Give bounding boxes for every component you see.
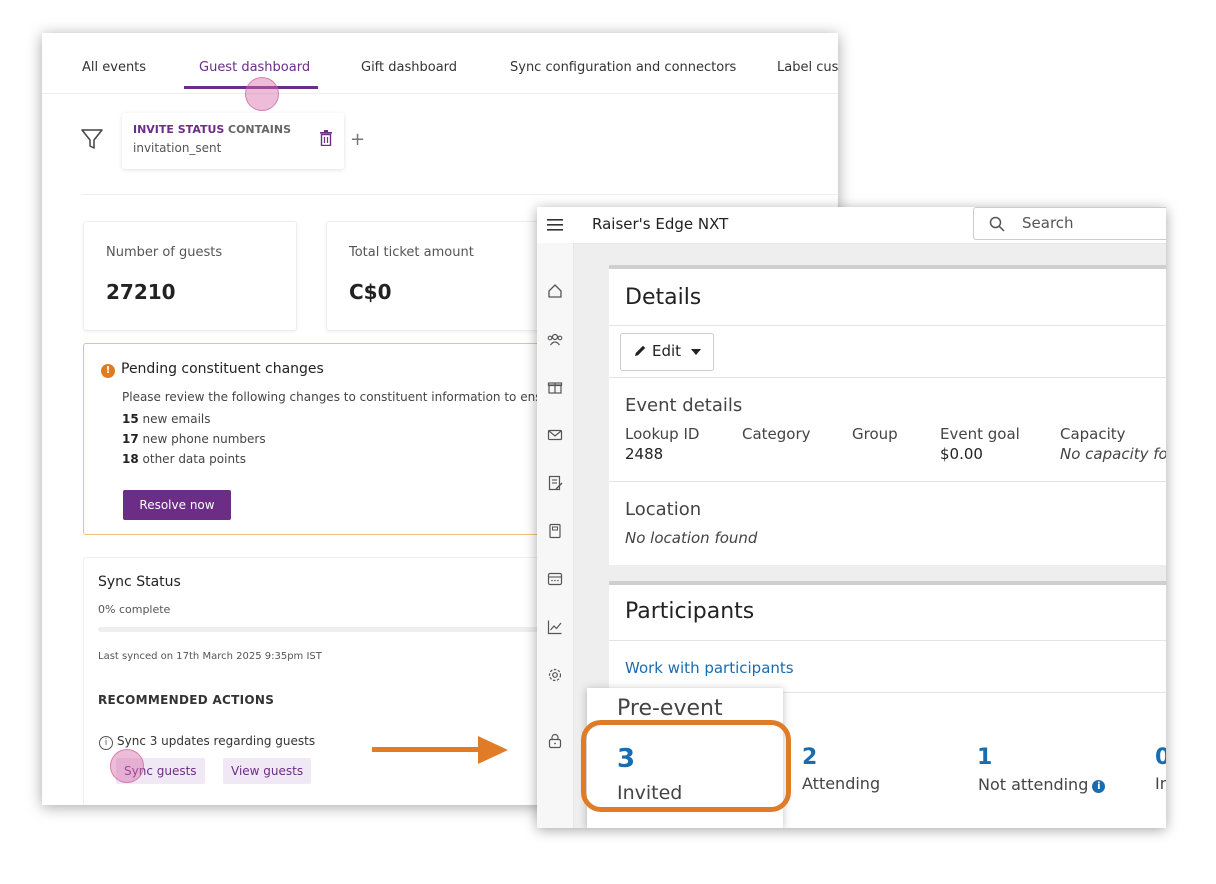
arrow-shaft	[372, 747, 490, 752]
location-heading: Location	[625, 499, 702, 520]
divider	[609, 640, 1166, 641]
gift-icon[interactable]	[547, 379, 563, 395]
tab-sync-configuration[interactable]: Sync configuration and connectors	[510, 60, 736, 75]
tab-guest-dashboard[interactable]: Guest dashboard	[199, 60, 310, 75]
caret-down-icon	[691, 349, 701, 355]
not-attending-label: Not attending i	[978, 775, 1106, 794]
divider	[609, 325, 1166, 326]
mail-icon[interactable]	[547, 427, 563, 443]
attending-label: Attending	[802, 774, 881, 793]
info-icon[interactable]: i	[1092, 780, 1106, 793]
pencil-icon	[635, 345, 646, 356]
pending-text: Please review the following changes to c…	[122, 390, 542, 404]
divider	[609, 377, 1166, 378]
tap-indicator	[245, 77, 279, 111]
lookup-id-label: Lookup ID	[625, 425, 700, 443]
tab-bar: All events Guest dashboard Gift dashboar…	[42, 47, 838, 94]
pending-changes-card: ! Pending constituent changes Please rev…	[83, 343, 605, 535]
add-filter-button[interactable]: +	[350, 129, 365, 150]
calendar-icon[interactable]	[547, 571, 563, 587]
event-goal-value: $0.00	[940, 445, 983, 463]
tab-all-events[interactable]: All events	[82, 60, 146, 75]
not-attending-count[interactable]: 1	[977, 745, 992, 770]
category-label: Category	[742, 425, 811, 443]
edit-label: Edit	[652, 342, 682, 360]
location-value: No location found	[625, 529, 758, 547]
highlight-box	[581, 720, 791, 812]
details-panel: Details Edit Event details Lookup ID 248…	[609, 265, 1166, 565]
app-title: Raiser's Edge NXT	[592, 215, 729, 233]
sync-progress-bar	[98, 627, 578, 632]
analytics-icon[interactable]	[547, 619, 563, 635]
other-count[interactable]: 0	[1155, 745, 1166, 770]
last-synced: Last synced on 17th March 2025 9:35pm IS…	[98, 651, 322, 662]
top-bar: Raiser's Edge NXT Search	[537, 207, 1166, 244]
constituents-icon[interactable]	[547, 331, 563, 347]
warning-icon: !	[101, 364, 115, 378]
trash-icon[interactable]	[319, 130, 333, 146]
home-icon[interactable]	[547, 283, 563, 299]
lock-icon[interactable]	[547, 733, 563, 749]
pending-count: 17	[122, 432, 139, 446]
stat-label: Total ticket amount	[349, 245, 474, 260]
book-icon[interactable]	[547, 523, 563, 539]
hamburger-menu-icon[interactable]	[547, 219, 563, 231]
pending-item: 15 new emails	[122, 412, 211, 426]
divider	[82, 194, 838, 195]
filter-icon[interactable]	[80, 127, 104, 151]
pending-item: 17 new phone numbers	[122, 432, 266, 446]
stat-value: C$0	[349, 280, 392, 304]
attending-count[interactable]: 2	[802, 745, 817, 770]
sync-status-card: Sync Status 0% complete Last synced on 1…	[83, 557, 605, 805]
event-details-heading: Event details	[625, 395, 743, 416]
details-title: Details	[625, 285, 702, 310]
divider	[609, 481, 1166, 482]
view-guests-button[interactable]: View guests	[223, 758, 312, 784]
filter-operator: CONTAINS	[228, 123, 292, 136]
pending-count: 15	[122, 412, 139, 426]
group-label: Group	[852, 425, 898, 443]
pending-count: 18	[122, 452, 139, 466]
participants-title: Participants	[625, 599, 755, 624]
recommended-actions-heading: RECOMMENDED ACTIONS	[98, 693, 275, 707]
sync-percent: 0% complete	[98, 603, 171, 616]
search-input[interactable]: Search	[973, 207, 1166, 240]
tab-gift-dashboard[interactable]: Gift dashboard	[361, 60, 457, 75]
pending-item-label: new phone numbers	[142, 432, 266, 446]
pending-item-label: other data points	[142, 452, 247, 466]
arrow-head	[478, 736, 508, 764]
other-label: In	[1155, 774, 1166, 793]
search-icon	[989, 216, 1005, 232]
notes-icon[interactable]	[547, 475, 563, 491]
edit-button[interactable]: Edit	[620, 333, 714, 371]
filter-field: INVITE STATUS	[133, 123, 225, 136]
filter-chip[interactable]: INVITE STATUS CONTAINS invitation_sent	[122, 113, 344, 169]
pending-item-label: new emails	[142, 412, 211, 426]
lookup-id-value: 2488	[625, 445, 664, 463]
pending-item: 18 other data points	[122, 452, 246, 466]
info-icon: i	[99, 736, 113, 750]
stat-value: 27210	[106, 280, 176, 304]
work-with-participants-link[interactable]: Work with participants	[625, 659, 794, 677]
resolve-now-button[interactable]: Resolve now	[123, 490, 231, 520]
capacity-label: Capacity	[1060, 425, 1126, 443]
filter-value: invitation_sent	[133, 141, 222, 155]
pending-title: Pending constituent changes	[121, 361, 324, 377]
settings-icon[interactable]	[547, 667, 563, 683]
side-nav	[537, 243, 574, 828]
pre-event-heading: Pre-event	[617, 696, 723, 721]
tab-label-customization[interactable]: Label cust	[777, 60, 838, 75]
capacity-value: No capacity fou	[1060, 445, 1166, 463]
event-goal-label: Event goal	[940, 425, 1020, 443]
stat-card-guests: Number of guests 27210	[83, 221, 297, 331]
not-attending-text: Not attending	[978, 775, 1089, 794]
sync-title: Sync Status	[98, 574, 181, 590]
sync-update-text: Sync 3 updates regarding guests	[117, 734, 316, 748]
search-placeholder: Search	[1022, 214, 1074, 232]
tap-indicator	[110, 749, 144, 783]
stat-card-ticket-amount: Total ticket amount C$0	[326, 221, 540, 331]
stat-label: Number of guests	[106, 245, 223, 260]
